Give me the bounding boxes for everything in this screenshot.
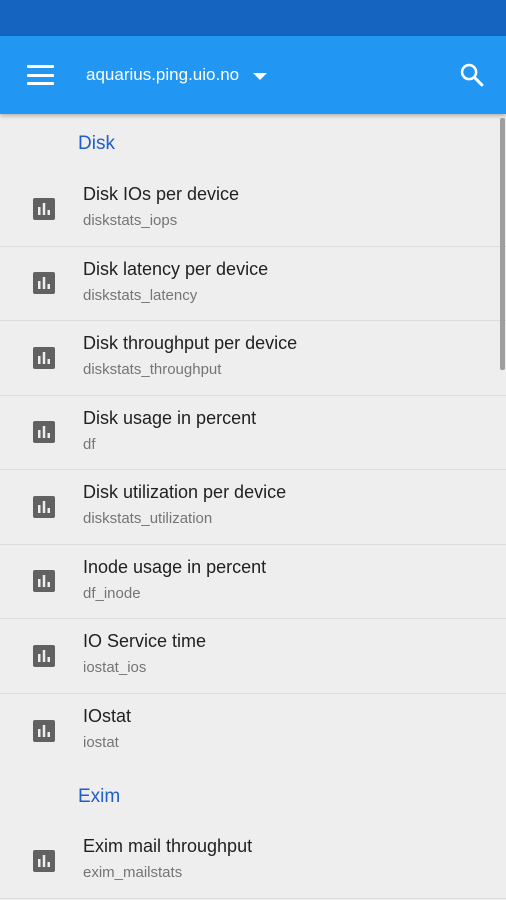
item-subtitle: diskstats_latency bbox=[83, 286, 198, 304]
item-title: Disk utilization per device bbox=[83, 482, 287, 502]
item-title: Disk IOs per device bbox=[83, 184, 240, 204]
bar-chart-icon bbox=[33, 272, 55, 295]
item-title: Exim mail throughput bbox=[83, 836, 253, 856]
item-title: Disk latency per device bbox=[83, 258, 269, 279]
status-bar bbox=[0, 0, 506, 36]
hamburger-menu-icon bbox=[26, 65, 54, 85]
item-title: Disk usage in percent bbox=[83, 407, 257, 428]
section-header-exim: Exim bbox=[78, 786, 121, 807]
arrow-drop-down-icon bbox=[253, 72, 268, 80]
search-icon bbox=[460, 63, 484, 87]
list-item[interactable]: IO Service time iostat_ios bbox=[0, 619, 506, 694]
item-title: IO Service time bbox=[83, 631, 207, 651]
list-item[interactable]: Disk usage in percent df bbox=[0, 396, 506, 470]
item-title: IOstat bbox=[83, 705, 132, 726]
list-item[interactable]: Inode usage in percent df_inode bbox=[0, 545, 506, 619]
scrollbar-thumb[interactable] bbox=[500, 118, 505, 370]
bar-chart-icon bbox=[33, 346, 55, 369]
bar-chart-icon bbox=[33, 421, 55, 444]
item-title: Disk throughput per device bbox=[83, 333, 298, 353]
item-subtitle: diskstats_throughput bbox=[83, 361, 222, 378]
plugin-list[interactable]: Disk Disk IOs per device diskstats_iops … bbox=[0, 114, 506, 900]
item-subtitle: iostat_ios bbox=[83, 659, 147, 676]
section-header-disk: Disk bbox=[78, 133, 115, 154]
list-item[interactable]: IOstat iostat bbox=[0, 694, 506, 769]
server-selector[interactable]: aquarius.ping.uio.no bbox=[86, 60, 268, 90]
item-subtitle: diskstats_iops bbox=[83, 212, 178, 229]
bar-chart-icon bbox=[33, 495, 55, 518]
item-subtitle: df_inode bbox=[83, 584, 141, 602]
list-item[interactable]: Disk latency per device diskstats_latenc… bbox=[0, 247, 506, 321]
bar-chart-icon bbox=[33, 719, 55, 742]
server-name: aquarius.ping.uio.no bbox=[86, 65, 240, 84]
list-item[interactable]: Disk utilization per device diskstats_ut… bbox=[0, 470, 506, 545]
bar-chart-icon bbox=[33, 570, 55, 593]
search-button[interactable] bbox=[452, 56, 492, 94]
item-subtitle: exim_mailstats bbox=[83, 864, 183, 881]
bar-chart-icon bbox=[33, 197, 55, 220]
list-item[interactable]: Exim mail throughput exim_mailstats bbox=[0, 824, 506, 899]
item-title: Inode usage in percent bbox=[83, 556, 267, 577]
item-subtitle: df bbox=[83, 435, 96, 453]
item-subtitle: diskstats_utilization bbox=[83, 510, 213, 527]
menu-button[interactable] bbox=[20, 58, 60, 92]
bar-chart-icon bbox=[33, 644, 55, 667]
item-subtitle: iostat bbox=[83, 733, 119, 751]
app-bar: aquarius.ping.uio.no bbox=[0, 36, 506, 114]
list-item[interactable]: Disk throughput per device diskstats_thr… bbox=[0, 321, 506, 396]
bar-chart-icon bbox=[33, 849, 55, 872]
list-item[interactable]: Disk IOs per device diskstats_iops bbox=[0, 172, 506, 247]
